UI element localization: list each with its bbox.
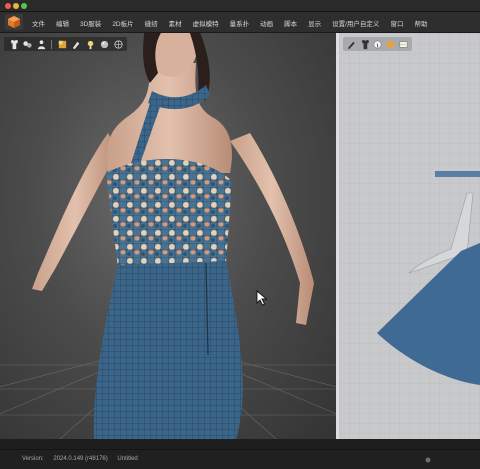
menu-item[interactable]: 2D板片: [112, 18, 133, 28]
app-logo-icon[interactable]: [5, 14, 23, 30]
window-titlebar: [0, 0, 480, 12]
version-value: 2024.0.149 (r48176): [53, 456, 108, 462]
bottom-panel-edge: [0, 439, 480, 449]
3d-viewport-toolbar: [4, 37, 127, 51]
shirt-icon[interactable]: [7, 38, 19, 50]
wireframe-icon[interactable]: [112, 38, 124, 50]
3d-garment-viewport[interactable]: [0, 33, 336, 439]
garment-multi-icon[interactable]: [21, 38, 33, 50]
file-name: Untitled: [117, 456, 138, 462]
left-arm: [32, 133, 118, 291]
menu-item[interactable]: 帮助: [414, 18, 427, 28]
zoom-window-button[interactable]: [21, 3, 27, 9]
pen-icon[interactable]: [346, 38, 357, 50]
2d-pattern-viewport[interactable]: [339, 33, 480, 439]
avatar-with-garment[interactable]: [0, 33, 336, 439]
sphere-icon[interactable]: [98, 38, 110, 50]
menu-item[interactable]: 素材: [169, 18, 182, 28]
light-icon[interactable]: [84, 38, 96, 50]
menu-item[interactable]: 文件: [32, 18, 45, 28]
circle-info-icon[interactable]: [372, 38, 383, 50]
menu-item[interactable]: 编辑: [56, 18, 69, 28]
mouse-cursor-icon: [256, 290, 268, 306]
menu-item[interactable]: 设置/用户自定义: [332, 18, 379, 28]
version-label: Version:: [22, 456, 44, 462]
2d-viewport-toolbar: [343, 37, 412, 51]
avatar-icon[interactable]: [35, 38, 47, 50]
menu-item[interactable]: 缝纫: [145, 18, 158, 28]
menu-bar: 文件 编辑 3D服装 2D板片 缝纫 素材 虚拟模特 量系扑 动画 脚本 显示 设置/用户自定义 窗口 帮…: [0, 12, 480, 33]
texture-icon[interactable]: [56, 38, 68, 50]
close-window-button[interactable]: [5, 3, 11, 9]
right-arm: [230, 133, 314, 325]
pattern-grid: [339, 33, 480, 439]
sewing-icon[interactable]: [398, 38, 409, 50]
notification-icon[interactable]: [424, 456, 432, 464]
menu-item[interactable]: 量系扑: [230, 18, 250, 28]
mesh-skirt: [93, 261, 243, 439]
shirt-icon[interactable]: [359, 38, 370, 50]
menu-item[interactable]: 显示: [308, 18, 321, 28]
pattern-color-icon[interactable]: [385, 38, 396, 50]
floral-bodice: [106, 158, 232, 267]
waistband-pattern[interactable]: [435, 171, 480, 177]
menu-item[interactable]: 动画: [260, 18, 273, 28]
menu-item[interactable]: 窗口: [390, 18, 403, 28]
torso: [106, 63, 232, 173]
menu-item[interactable]: 脚本: [284, 18, 297, 28]
menu-item[interactable]: 3D服装: [80, 18, 101, 28]
brush-icon[interactable]: [70, 38, 82, 50]
minimize-window-button[interactable]: [13, 3, 19, 9]
status-bar: Version: 2024.0.149 (r48176) Untitled: [0, 449, 480, 469]
toolbar-separator: [51, 39, 52, 49]
menu-item[interactable]: 虚拟模特: [193, 18, 219, 28]
